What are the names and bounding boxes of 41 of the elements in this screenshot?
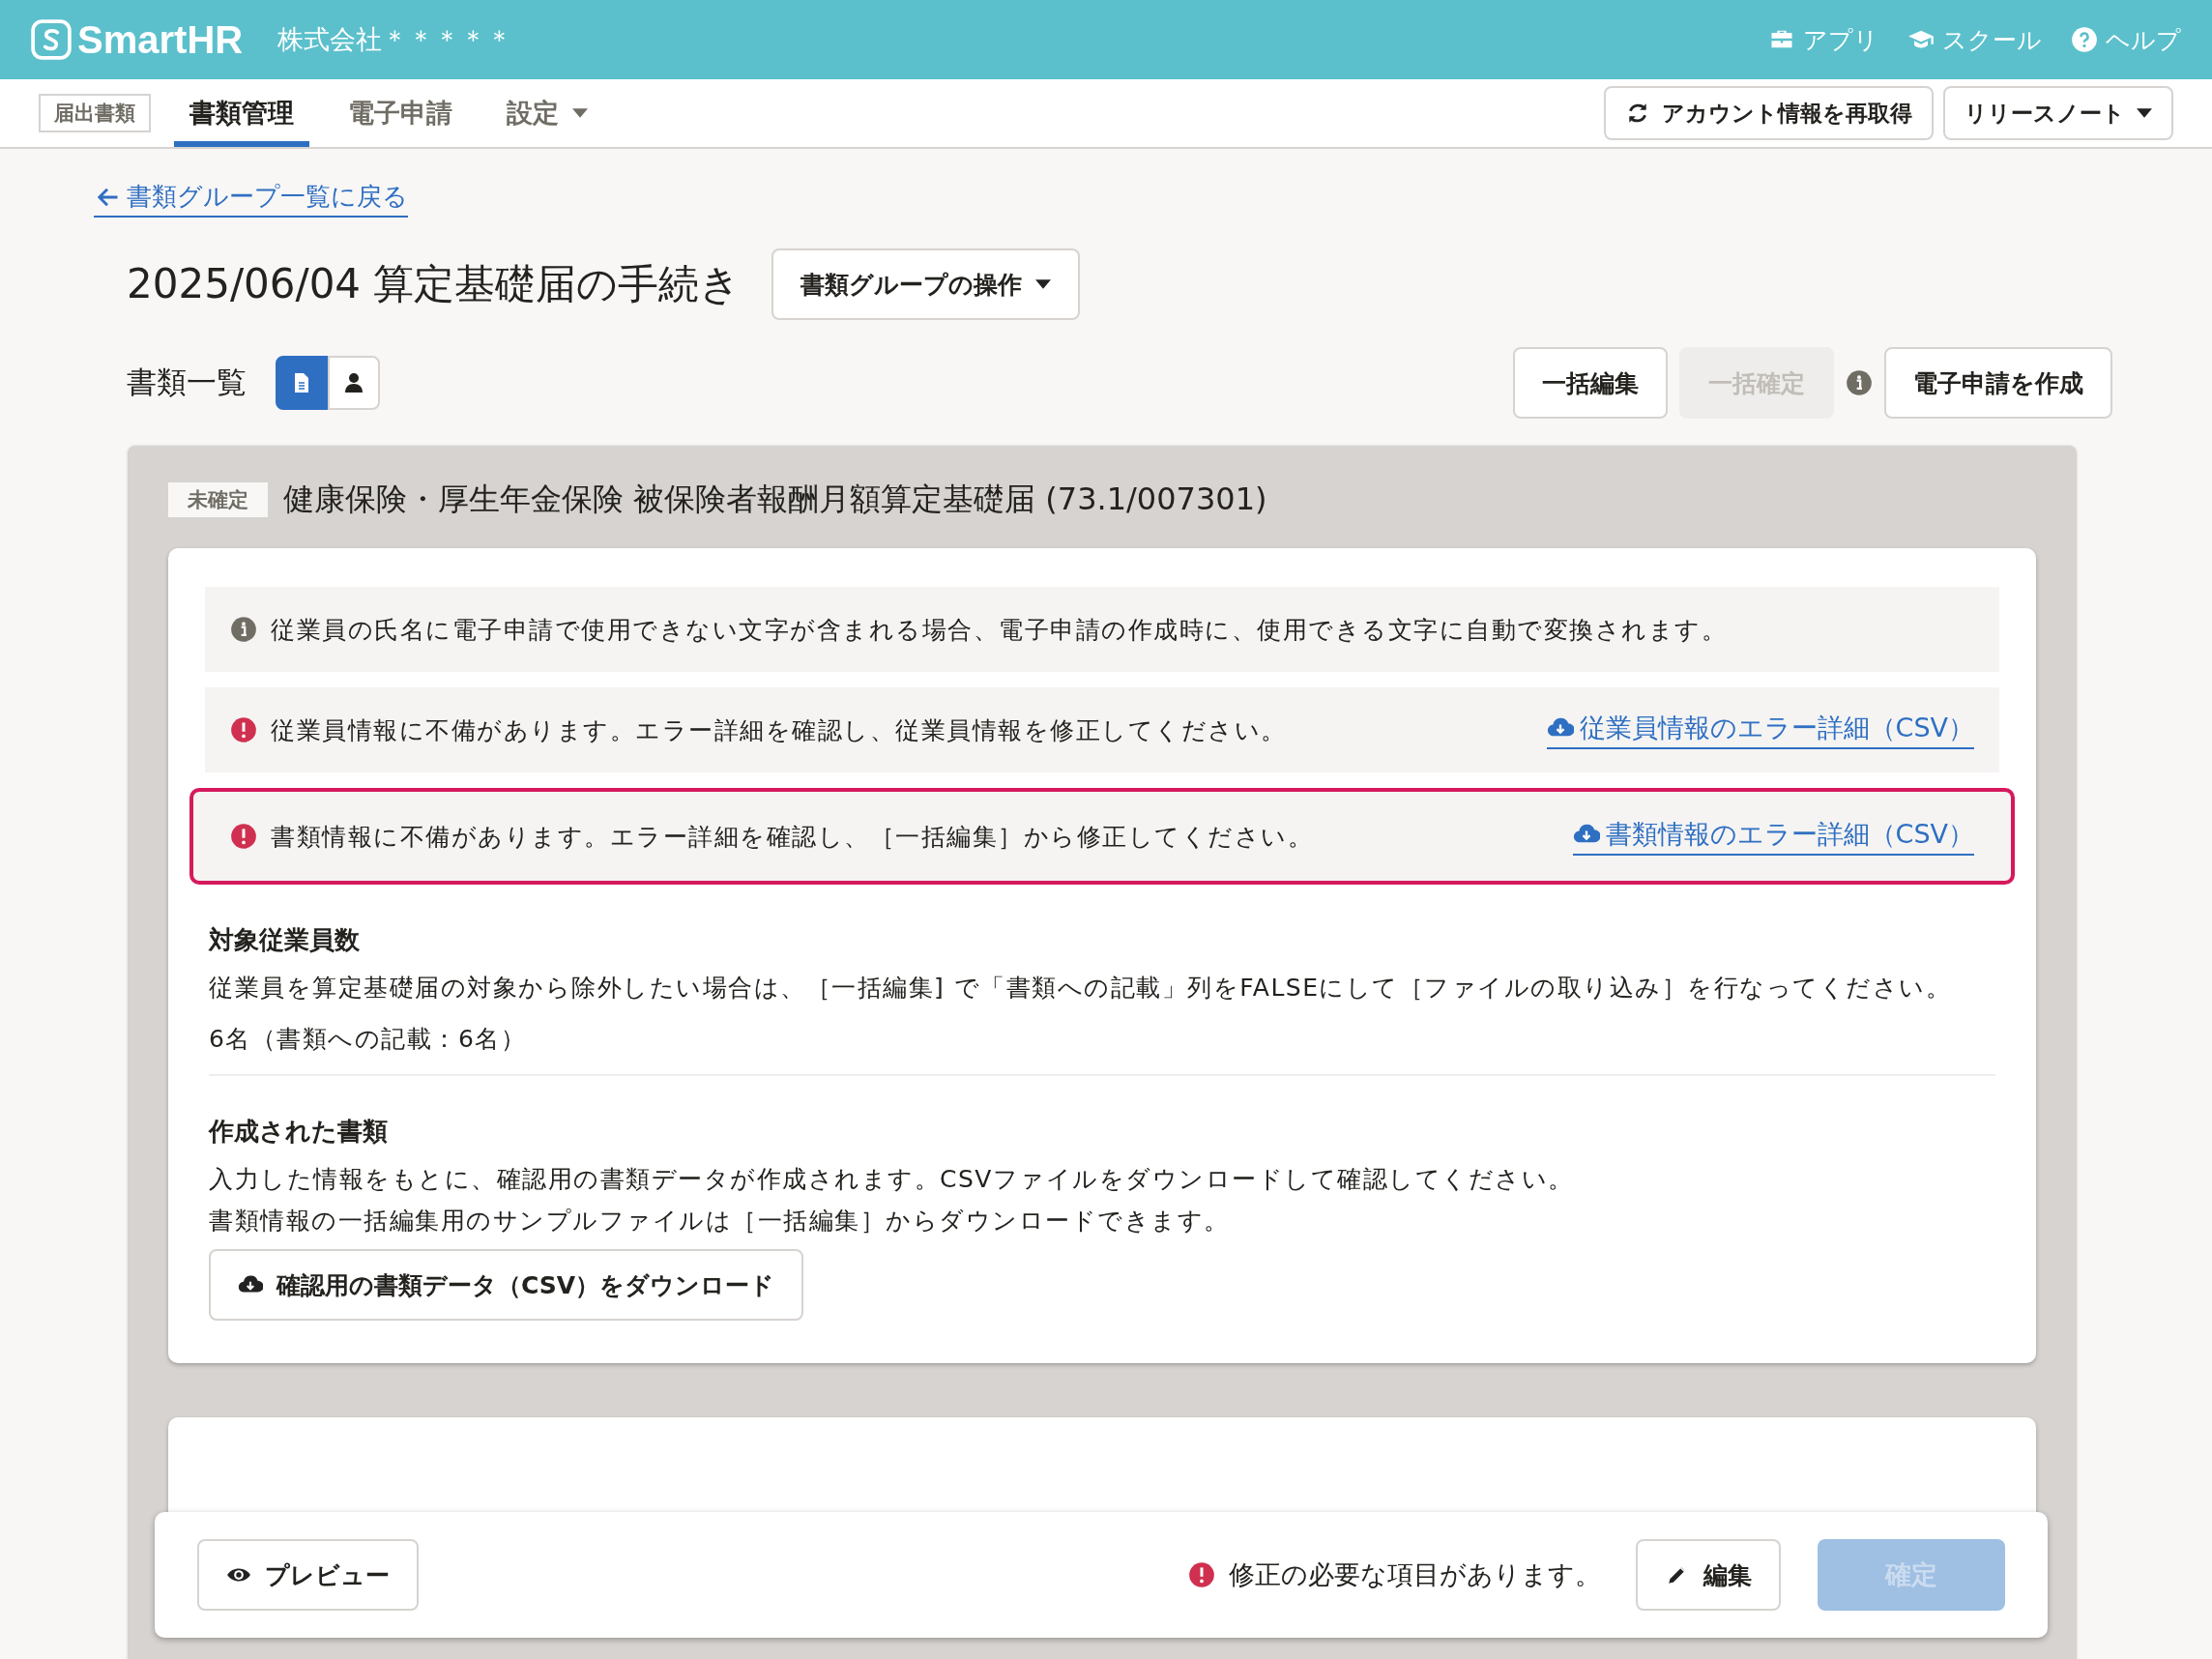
edit-button[interactable]: 編集 <box>1636 1539 1781 1611</box>
view-toggle[interactable] <box>276 356 328 410</box>
caret-icon <box>1035 279 1052 289</box>
section-text: 書類情報の一括編集用のサンプルファイルは［一括編集］からダウンロードできます。 <box>209 1206 1231 1237</box>
section-text: 入力した情報をもとに、確認用の書類データが作成されます。CSVファイルをダウンロードして確認してください。 <box>209 1164 1575 1195</box>
caret-icon <box>2137 108 2152 118</box>
notice-text: 書類情報に不備があります。エラー詳細を確認し、［一括編集］から修正してください。 <box>271 821 1313 853</box>
section-heading: 作成された書類 <box>209 1116 389 1148</box>
error-icon <box>1188 1561 1215 1588</box>
logo-icon <box>31 19 72 60</box>
nav-button[interactable]: リリースノート <box>1943 86 2173 140</box>
nav-tab[interactable]: 書類管理 <box>174 79 309 147</box>
company-name: 株式会社＊＊＊＊＊ <box>277 23 513 56</box>
document-title: 健康保険・厚生年金保険 被保険者報酬月額算定基礎届 (73.1/007301) <box>283 480 1267 519</box>
warning-text: 修正の必要な項目があります。 <box>1229 1558 1601 1591</box>
nav-button[interactable]: アカウント情報を再取得 <box>1604 86 1934 140</box>
csv-download-link[interactable]: 従業員情報のエラー詳細（CSV） <box>1546 711 1974 749</box>
nav-tab[interactable]: 電子申請 <box>333 79 468 147</box>
error-icon <box>230 823 257 850</box>
preview-button[interactable]: プレビュー <box>197 1539 419 1611</box>
group-actions-button[interactable]: 書類グループの操作 <box>771 248 1081 320</box>
back-link[interactable]: 書類グループ一覧に戻る <box>94 180 408 218</box>
error-icon <box>230 716 257 743</box>
notice-text: 従業員情報に不備があります。エラー詳細を確認し、従業員情報を修正してください。 <box>271 714 1287 746</box>
notice-text: 従業員の氏名に電子申請で使用できない文字が含まれる場合、電子申請の作成時に、使用できる文字に自動で変換されます。 <box>271 614 1727 646</box>
download-button[interactable]: 確認用の書類データ（CSV）をダウンロード <box>209 1249 804 1321</box>
section-heading: 対象従業員数 <box>209 924 361 956</box>
csv-download-link[interactable]: 書類情報のエラー詳細（CSV） <box>1572 817 1974 856</box>
action-button[interactable]: 電子申請を作成 <box>1884 347 2112 419</box>
page-title: 2025/06/04 算定基礎届の手続き <box>127 259 742 309</box>
status-tag: 未確定 <box>168 482 268 517</box>
logo-text: SmartHR <box>77 17 244 62</box>
action-button[interactable]: 一括編集 <box>1513 347 1668 419</box>
info-icon <box>230 616 257 643</box>
nav-tab[interactable]: 設定 <box>491 79 603 147</box>
section-text: 従業員を算定基礎届の対象から除外したい場合は、［一括編集] で「書類への記載」列をFALSEにして［ファイルの取り込み］を行なってください。 <box>209 973 1953 1004</box>
section-tag: 届出書類 <box>39 94 151 132</box>
list-label: 書類一覧 <box>127 364 247 401</box>
person-icon <box>342 370 365 395</box>
employee-count: 6名（書類への記載：6名） <box>209 1024 528 1055</box>
help-icon <box>2071 26 2098 53</box>
